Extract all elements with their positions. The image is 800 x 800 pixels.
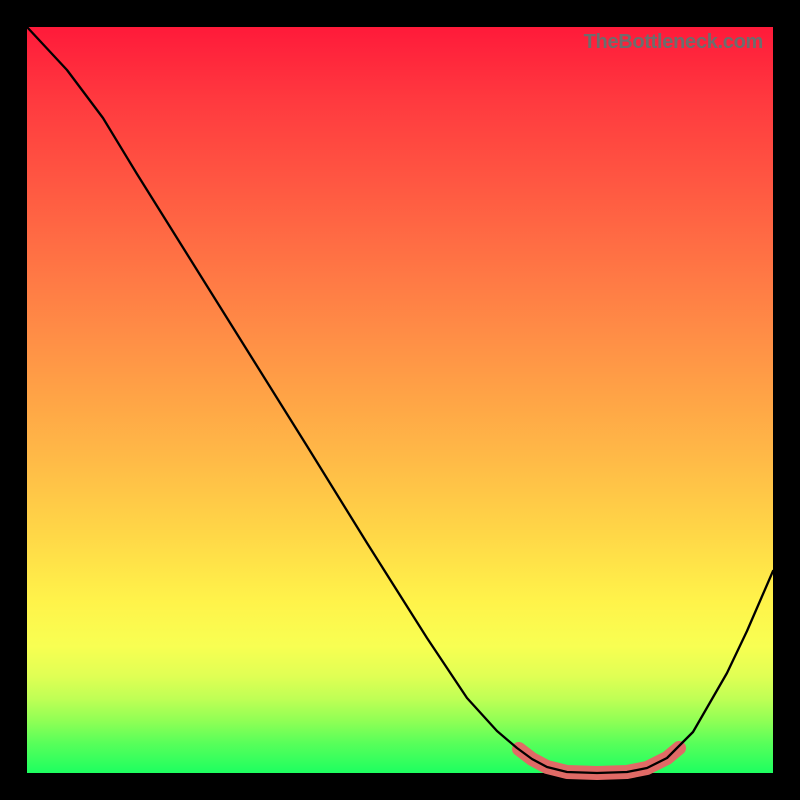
curve-line: [27, 27, 773, 773]
plot-area: TheBottleneck.com: [27, 27, 773, 773]
chart-svg: [27, 27, 773, 773]
highlight-segment: [519, 748, 679, 773]
chart-frame: TheBottleneck.com: [0, 0, 800, 800]
